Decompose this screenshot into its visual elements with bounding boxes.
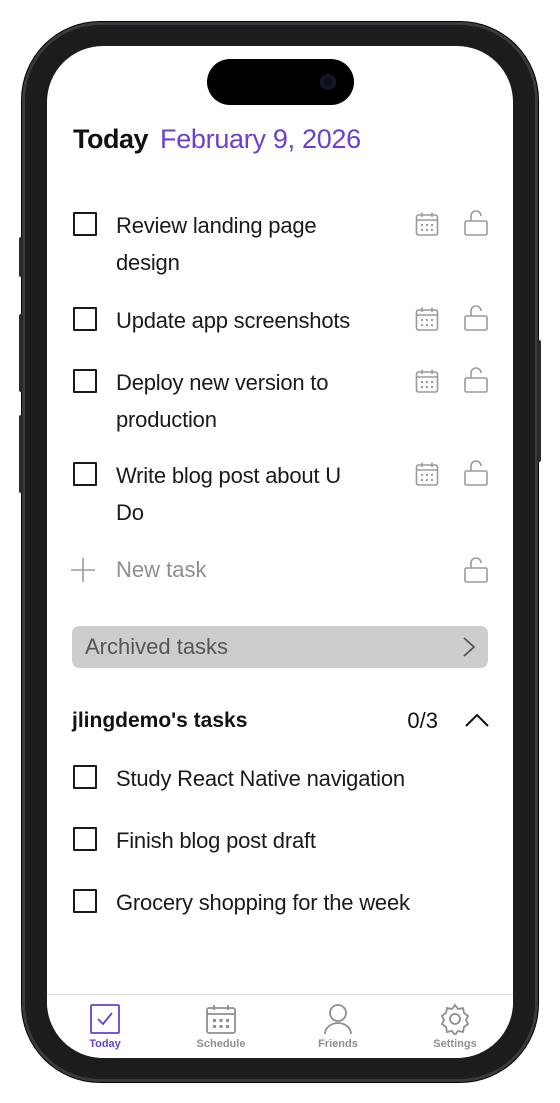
task-row: Update app screenshots — [73, 302, 493, 339]
friend-task-row: Study React Native navigation — [73, 760, 493, 797]
new-task-input[interactable]: New task — [116, 552, 206, 588]
calendar-icon[interactable] — [415, 306, 439, 332]
unlock-icon[interactable] — [463, 366, 489, 394]
task-checkbox[interactable] — [73, 462, 97, 486]
calendar-icon[interactable] — [415, 211, 439, 237]
camera-icon — [320, 74, 336, 90]
friend-tasks-title: jlingdemo's tasks — [72, 709, 248, 732]
friend-task-row: Grocery shopping for the week — [73, 884, 493, 921]
tab-label: Friends — [318, 1038, 358, 1050]
task-label: Study React Native navigation — [116, 766, 405, 791]
unlock-icon[interactable] — [463, 304, 489, 332]
task-label[interactable]: Write blog post about U Do — [116, 457, 370, 531]
chevron-up-icon[interactable] — [464, 711, 490, 729]
task-checkbox[interactable] — [73, 212, 97, 236]
friend-task-row: Finish blog post draft — [73, 822, 493, 859]
task-checkbox[interactable] — [73, 827, 97, 851]
volume-up-button — [19, 314, 23, 392]
page-header: Today February 9, 2026 — [73, 124, 361, 155]
unlock-icon[interactable] — [463, 556, 489, 584]
task-checkbox[interactable] — [73, 369, 97, 393]
friend-tasks-count: 0/3 — [407, 708, 438, 733]
archived-tasks-button[interactable]: Archived tasks — [72, 626, 488, 668]
tab-label: Settings — [433, 1038, 477, 1050]
tab-label: Schedule — [196, 1038, 246, 1050]
task-label[interactable]: Deploy new version to production — [116, 364, 356, 438]
task-checkbox[interactable] — [73, 889, 97, 913]
task-checkbox[interactable] — [73, 307, 97, 331]
archived-tasks-label: Archived tasks — [85, 634, 229, 659]
volume-down-button — [19, 415, 23, 493]
tab-friends[interactable]: Friends — [298, 1003, 378, 1055]
unlock-icon[interactable] — [463, 459, 489, 487]
tab-settings[interactable]: Settings — [415, 1003, 495, 1055]
task-label: Grocery shopping for the week — [116, 890, 410, 915]
tab-today[interactable]: Today — [65, 1003, 145, 1055]
task-label[interactable]: Review landing page design — [116, 207, 378, 281]
action-button — [19, 237, 23, 277]
page-title: Today — [73, 124, 149, 154]
task-row: Write blog post about U Do — [73, 457, 493, 531]
dynamic-island — [207, 59, 354, 105]
unlock-icon[interactable] — [463, 209, 489, 237]
task-label[interactable]: Update app screenshots — [116, 302, 416, 339]
task-label: Finish blog post draft — [116, 828, 316, 853]
tab-label: Today — [89, 1038, 121, 1050]
app-screen: Today February 9, 2026 Review landing pa… — [47, 46, 513, 1058]
tab-schedule[interactable]: Schedule — [181, 1003, 261, 1055]
power-button — [537, 340, 541, 462]
chevron-right-icon — [463, 637, 476, 657]
tab-bar: Today Schedule Friends Settings — [47, 994, 513, 1058]
task-row: Deploy new version to production — [73, 364, 493, 438]
plus-icon[interactable] — [69, 556, 97, 584]
calendar-icon — [206, 1005, 236, 1034]
new-task-row[interactable]: New task — [69, 552, 493, 588]
checkbox-icon — [90, 1004, 120, 1034]
current-date[interactable]: February 9, 2026 — [160, 124, 361, 155]
calendar-icon[interactable] — [415, 461, 439, 487]
person-icon — [324, 1004, 352, 1035]
friend-tasks-header[interactable]: jlingdemo's tasks 0/3 — [72, 704, 490, 738]
gear-icon — [440, 1003, 470, 1035]
task-checkbox[interactable] — [73, 765, 97, 789]
task-row: Review landing page design — [73, 207, 493, 281]
calendar-icon[interactable] — [415, 368, 439, 394]
